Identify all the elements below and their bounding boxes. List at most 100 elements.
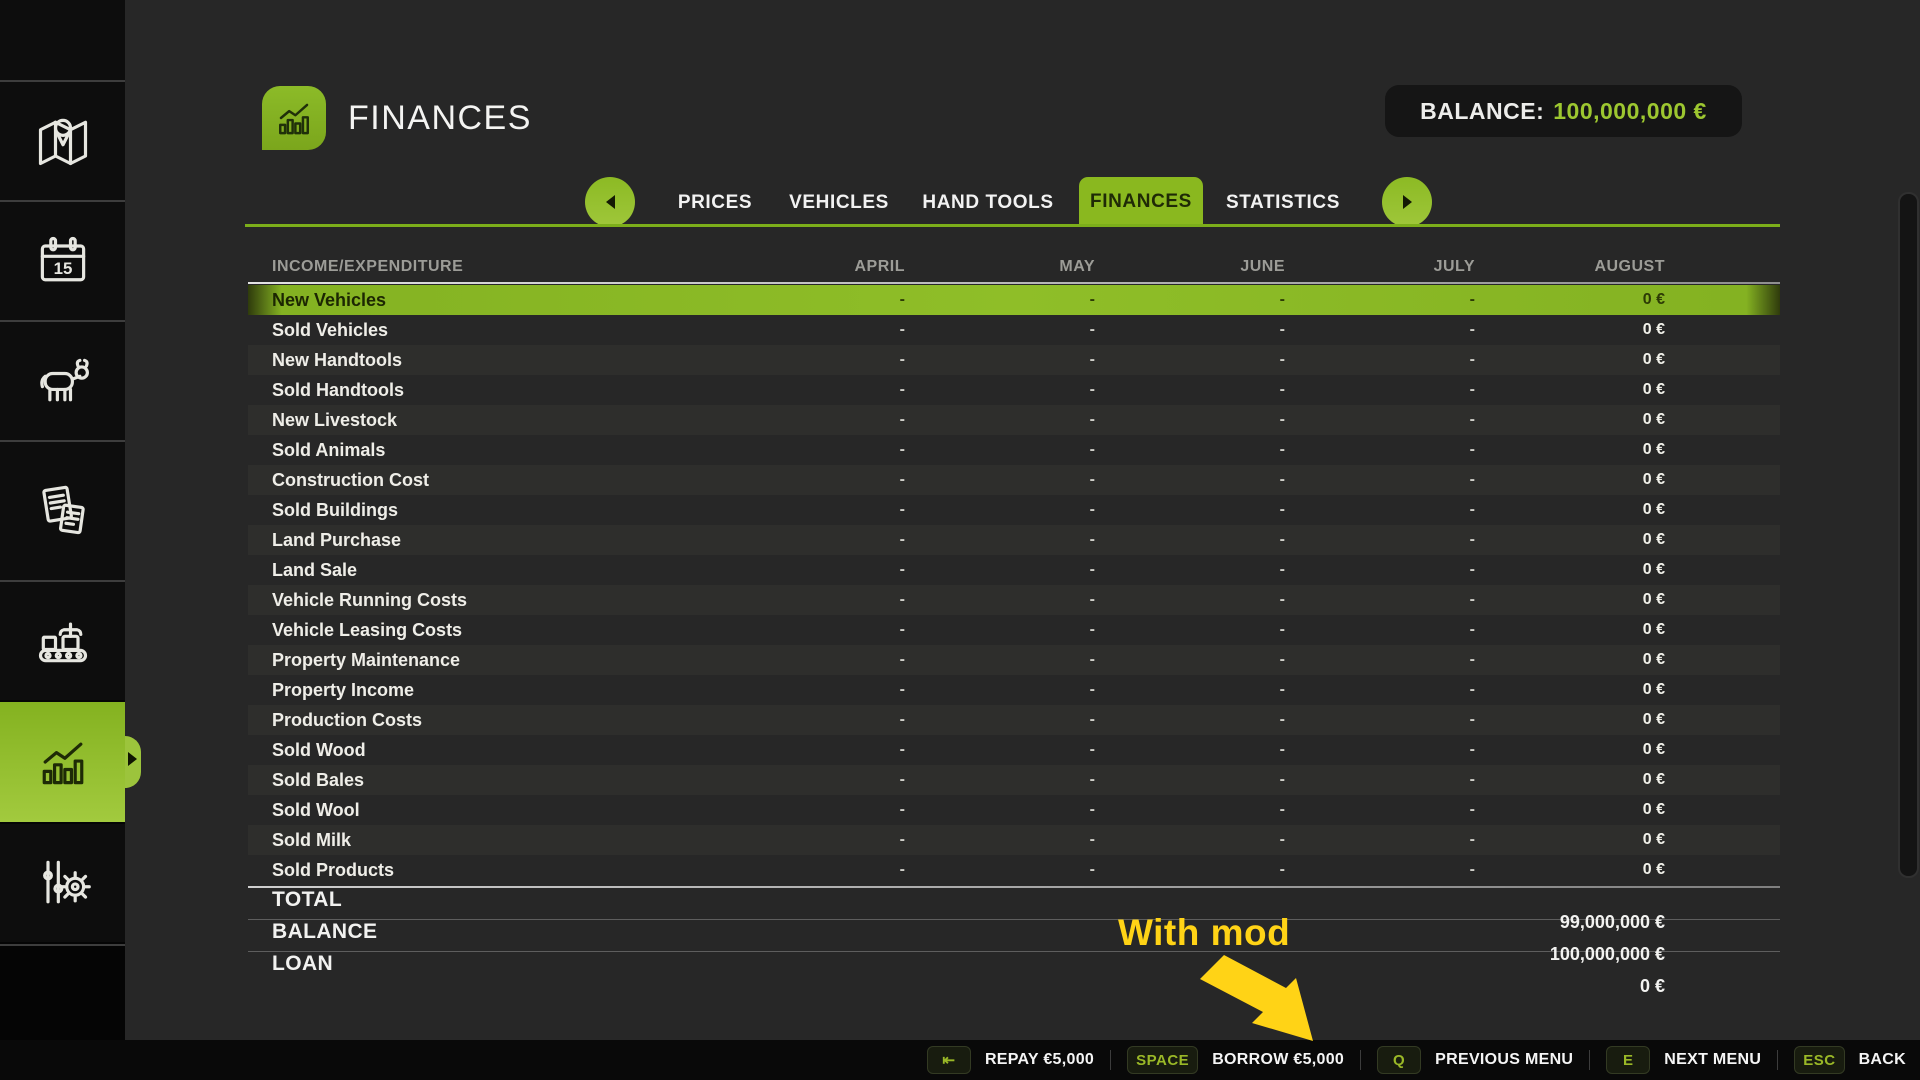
sidebar: 15 [0, 0, 125, 1080]
hint-next-menu[interactable]: E NEXT MENU [1606, 1046, 1761, 1074]
table-header-underline [248, 282, 1780, 284]
table-row[interactable]: Vehicle Leasing Costs - - - - 0 € [248, 615, 1780, 645]
table-row[interactable]: Land Purchase - - - - 0 € [248, 525, 1780, 555]
column-header-july: JULY [1285, 258, 1475, 276]
tab-hand-tools[interactable]: HAND TOOLS [922, 192, 1053, 214]
hint-repay[interactable]: ⇤ REPAY €5,000 [927, 1046, 1094, 1074]
row-label: Sold Vehicles [248, 320, 715, 341]
row-value-august: 0 € [1475, 621, 1665, 639]
row-value-april: - [715, 591, 905, 609]
table-header: INCOME/EXPENDITURE APRIL MAY JUNE JULY A… [248, 252, 1780, 282]
table-row[interactable]: Vehicle Running Costs - - - - 0 € [248, 585, 1780, 615]
sidebar-item-production[interactable] [0, 582, 125, 700]
row-label: Construction Cost [248, 470, 715, 491]
row-value-june: - [1095, 741, 1285, 759]
row-value-june: - [1095, 621, 1285, 639]
row-value-july: - [1285, 681, 1475, 699]
sidebar-item-finances[interactable] [0, 702, 125, 822]
row-value-may: - [905, 291, 1095, 309]
row-value-august: 0 € [1475, 501, 1665, 519]
row-value-may: - [905, 531, 1095, 549]
scrollbar-track[interactable] [1898, 192, 1919, 878]
table-body: New Vehicles - - - - 0 € Sold Vehicles -… [248, 285, 1780, 885]
tab-statistics[interactable]: STATISTICS [1226, 192, 1340, 214]
row-label: Vehicle Leasing Costs [248, 620, 715, 641]
row-value-april: - [715, 471, 905, 489]
table-row[interactable]: Property Maintenance - - - - 0 € [248, 645, 1780, 675]
table-row[interactable]: Sold Vehicles - - - - 0 € [248, 315, 1780, 345]
hint-label: PREVIOUS MENU [1435, 1051, 1573, 1069]
tab-finances-label: FINANCES [1090, 191, 1192, 213]
row-value-april: - [715, 381, 905, 399]
production-icon [33, 611, 93, 671]
row-value-august: 0 € [1475, 381, 1665, 399]
table-row[interactable]: Sold Handtools - - - - 0 € [248, 375, 1780, 405]
row-value-may: - [905, 771, 1095, 789]
row-value-july: - [1285, 591, 1475, 609]
tab-finances[interactable]: FINANCES [1079, 177, 1203, 227]
row-value-april: - [715, 291, 905, 309]
row-value-april: - [715, 801, 905, 819]
tab-vehicles[interactable]: VEHICLES [789, 192, 889, 214]
tabs-next-button[interactable] [1382, 177, 1432, 227]
sidebar-item-animals[interactable] [0, 322, 125, 440]
table-row[interactable]: Sold Buildings - - - - 0 € [248, 495, 1780, 525]
esc-key: ESC [1794, 1046, 1844, 1074]
sidebar-item-map[interactable] [0, 82, 125, 200]
row-label: Land Sale [248, 560, 715, 581]
balance-pill: BALANCE: 100,000,000 € [1385, 85, 1742, 137]
row-label: New Handtools [248, 350, 715, 371]
row-label: Sold Wool [248, 800, 715, 821]
row-value-june: - [1095, 531, 1285, 549]
row-value-june: - [1095, 771, 1285, 789]
sidebar-item-settings[interactable] [0, 824, 125, 942]
table-row[interactable]: Production Costs - - - - 0 € [248, 705, 1780, 735]
row-value-july: - [1285, 561, 1475, 579]
chevron-left-icon [606, 195, 615, 209]
row-value-june: - [1095, 381, 1285, 399]
table-row[interactable]: Sold Animals - - - - 0 € [248, 435, 1780, 465]
row-value-july: - [1285, 471, 1475, 489]
table-row[interactable]: Sold Products - - - - 0 € [248, 855, 1780, 885]
table-row[interactable]: New Vehicles - - - - 0 € [248, 285, 1780, 315]
tab-prices[interactable]: PRICES [678, 192, 752, 214]
table-row[interactable]: Land Sale - - - - 0 € [248, 555, 1780, 585]
footer-label: TOTAL [248, 888, 1665, 912]
tabs-prev-button[interactable] [585, 177, 635, 227]
table-row[interactable]: Property Income - - - - 0 € [248, 675, 1780, 705]
row-value-april: - [715, 561, 905, 579]
row-value-may: - [905, 801, 1095, 819]
row-value-june: - [1095, 291, 1285, 309]
row-label: Sold Handtools [248, 380, 715, 401]
hint-back[interactable]: ESC BACK [1794, 1046, 1906, 1074]
row-value-may: - [905, 681, 1095, 699]
map-icon [33, 111, 93, 171]
row-value-may: - [905, 711, 1095, 729]
hint-borrow[interactable]: SPACE BORROW €5,000 [1127, 1046, 1344, 1074]
hint-previous-menu[interactable]: Q PREVIOUS MENU [1377, 1046, 1573, 1074]
row-value-july: - [1285, 501, 1475, 519]
table-row[interactable]: Sold Milk - - - - 0 € [248, 825, 1780, 855]
table-row[interactable]: Sold Wool - - - - 0 € [248, 795, 1780, 825]
sidebar-spacer [0, 0, 125, 80]
row-value-july: - [1285, 531, 1475, 549]
table-row[interactable]: Sold Wood - - - - 0 € [248, 735, 1780, 765]
divider [1360, 1050, 1361, 1070]
table-row[interactable]: New Handtools - - - - 0 € [248, 345, 1780, 375]
settings-icon [33, 853, 93, 913]
sidebar-item-contracts[interactable] [0, 442, 125, 580]
row-value-august: 0 € [1475, 591, 1665, 609]
svg-text:15: 15 [53, 259, 72, 278]
row-label: Sold Milk [248, 830, 715, 851]
row-value-april: - [715, 321, 905, 339]
sidebar-item-calendar[interactable]: 15 [0, 202, 125, 320]
row-value-july: - [1285, 861, 1475, 879]
table-row[interactable]: New Livestock - - - - 0 € [248, 405, 1780, 435]
row-value-july: - [1285, 411, 1475, 429]
row-value-april: - [715, 531, 905, 549]
row-value-june: - [1095, 711, 1285, 729]
tabs-underline [245, 224, 1780, 227]
row-value-july: - [1285, 741, 1475, 759]
table-row[interactable]: Construction Cost - - - - 0 € [248, 465, 1780, 495]
table-row[interactable]: Sold Bales - - - - 0 € [248, 765, 1780, 795]
